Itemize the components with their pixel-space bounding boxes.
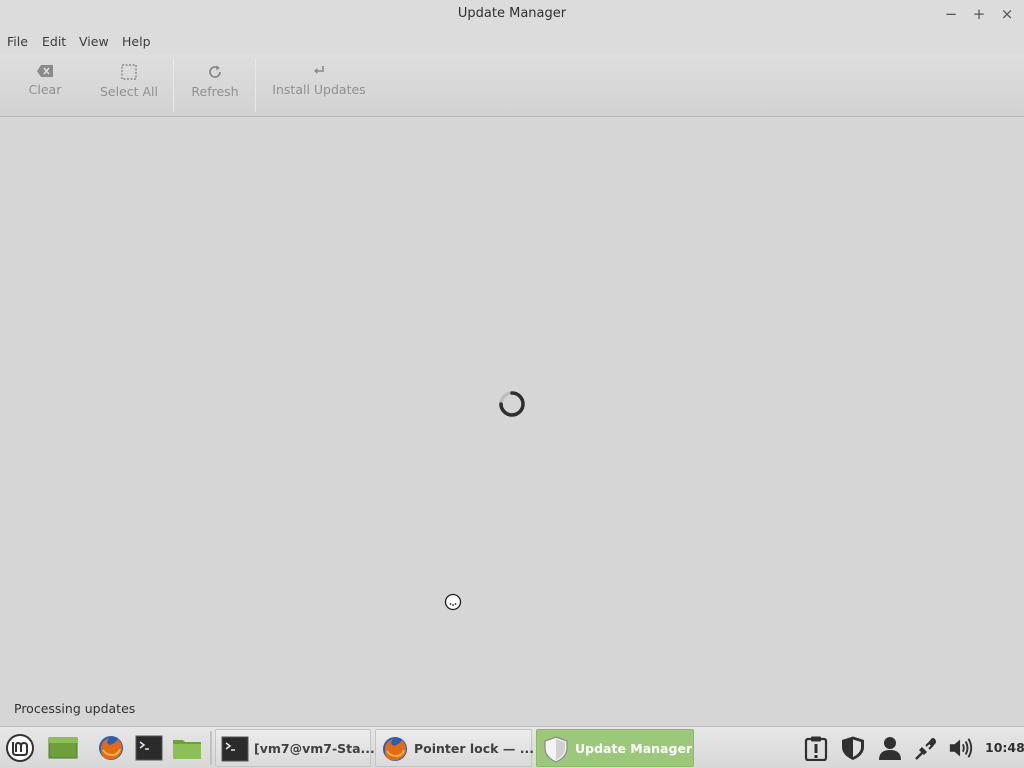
clock[interactable]: 10:48: [985, 740, 1024, 755]
taskbar-window-label: [vm7@vm7-Sta...: [254, 741, 375, 756]
firefox-icon: [383, 737, 407, 761]
taskbar-window-label: Update Manager: [575, 741, 693, 756]
firefox-launcher-icon[interactable]: [96, 733, 126, 763]
toolbar-separator: [255, 58, 256, 112]
clear-button[interactable]: Clear: [14, 62, 76, 112]
menu-edit[interactable]: Edit: [42, 34, 66, 49]
menu-file[interactable]: File: [7, 34, 28, 49]
volume-icon[interactable]: [948, 735, 974, 761]
title-bar: Update Manager − + ×: [0, 0, 1024, 28]
maximize-button[interactable]: +: [969, 4, 989, 24]
taskbar-window-label: Pointer lock — ...: [414, 741, 534, 756]
taskbar: [vm7@vm7-Sta... Pointer lock — ... Updat…: [0, 726, 1024, 768]
clear-icon: [37, 65, 53, 77]
user-icon[interactable]: [877, 735, 903, 761]
show-desktop-icon[interactable]: [48, 733, 78, 763]
taskbar-window-firefox[interactable]: Pointer lock — ...: [375, 729, 534, 767]
select-all-icon: [121, 64, 137, 80]
updates-list-area: [0, 118, 1024, 696]
clipboard-alert-icon[interactable]: [803, 735, 829, 761]
update-shield-icon[interactable]: [840, 735, 866, 761]
install-updates-button[interactable]: Install Updates: [268, 62, 370, 112]
menu-bar: File Edit View Help: [0, 28, 1024, 54]
terminal-launcher-icon[interactable]: [134, 733, 164, 763]
network-icon[interactable]: [913, 735, 939, 761]
install-icon: [314, 66, 324, 74]
select-all-button[interactable]: Select All: [94, 62, 164, 112]
minimize-button[interactable]: −: [941, 4, 961, 24]
shield-icon: [544, 736, 568, 763]
loading-spinner-icon: [499, 391, 525, 417]
window-title: Update Manager: [457, 6, 567, 21]
busy-cursor-icon: [444, 593, 462, 611]
refresh-icon: [209, 65, 221, 78]
status-bar: Processing updates: [0, 696, 1024, 726]
toolbar: Clear Select All Refresh Install Updates: [0, 54, 1024, 117]
install-updates-label: Install Updates: [272, 82, 366, 97]
toolbar-separator: [173, 58, 174, 112]
taskbar-window-update-manager[interactable]: Update Manager: [536, 729, 694, 767]
files-launcher-icon[interactable]: [172, 733, 202, 763]
taskbar-window-terminal[interactable]: [vm7@vm7-Sta...: [215, 729, 375, 767]
refresh-label: Refresh: [191, 84, 239, 99]
mint-menu-icon[interactable]: [5, 733, 35, 763]
taskbar-separator: [210, 731, 212, 765]
close-button[interactable]: ×: [997, 4, 1017, 24]
clear-label: Clear: [28, 82, 62, 97]
status-text: Processing updates: [14, 701, 136, 716]
refresh-button[interactable]: Refresh: [184, 62, 246, 112]
terminal-icon: [221, 736, 249, 762]
menu-help[interactable]: Help: [122, 34, 151, 49]
menu-view[interactable]: View: [79, 34, 109, 49]
select-all-label: Select All: [99, 84, 159, 99]
